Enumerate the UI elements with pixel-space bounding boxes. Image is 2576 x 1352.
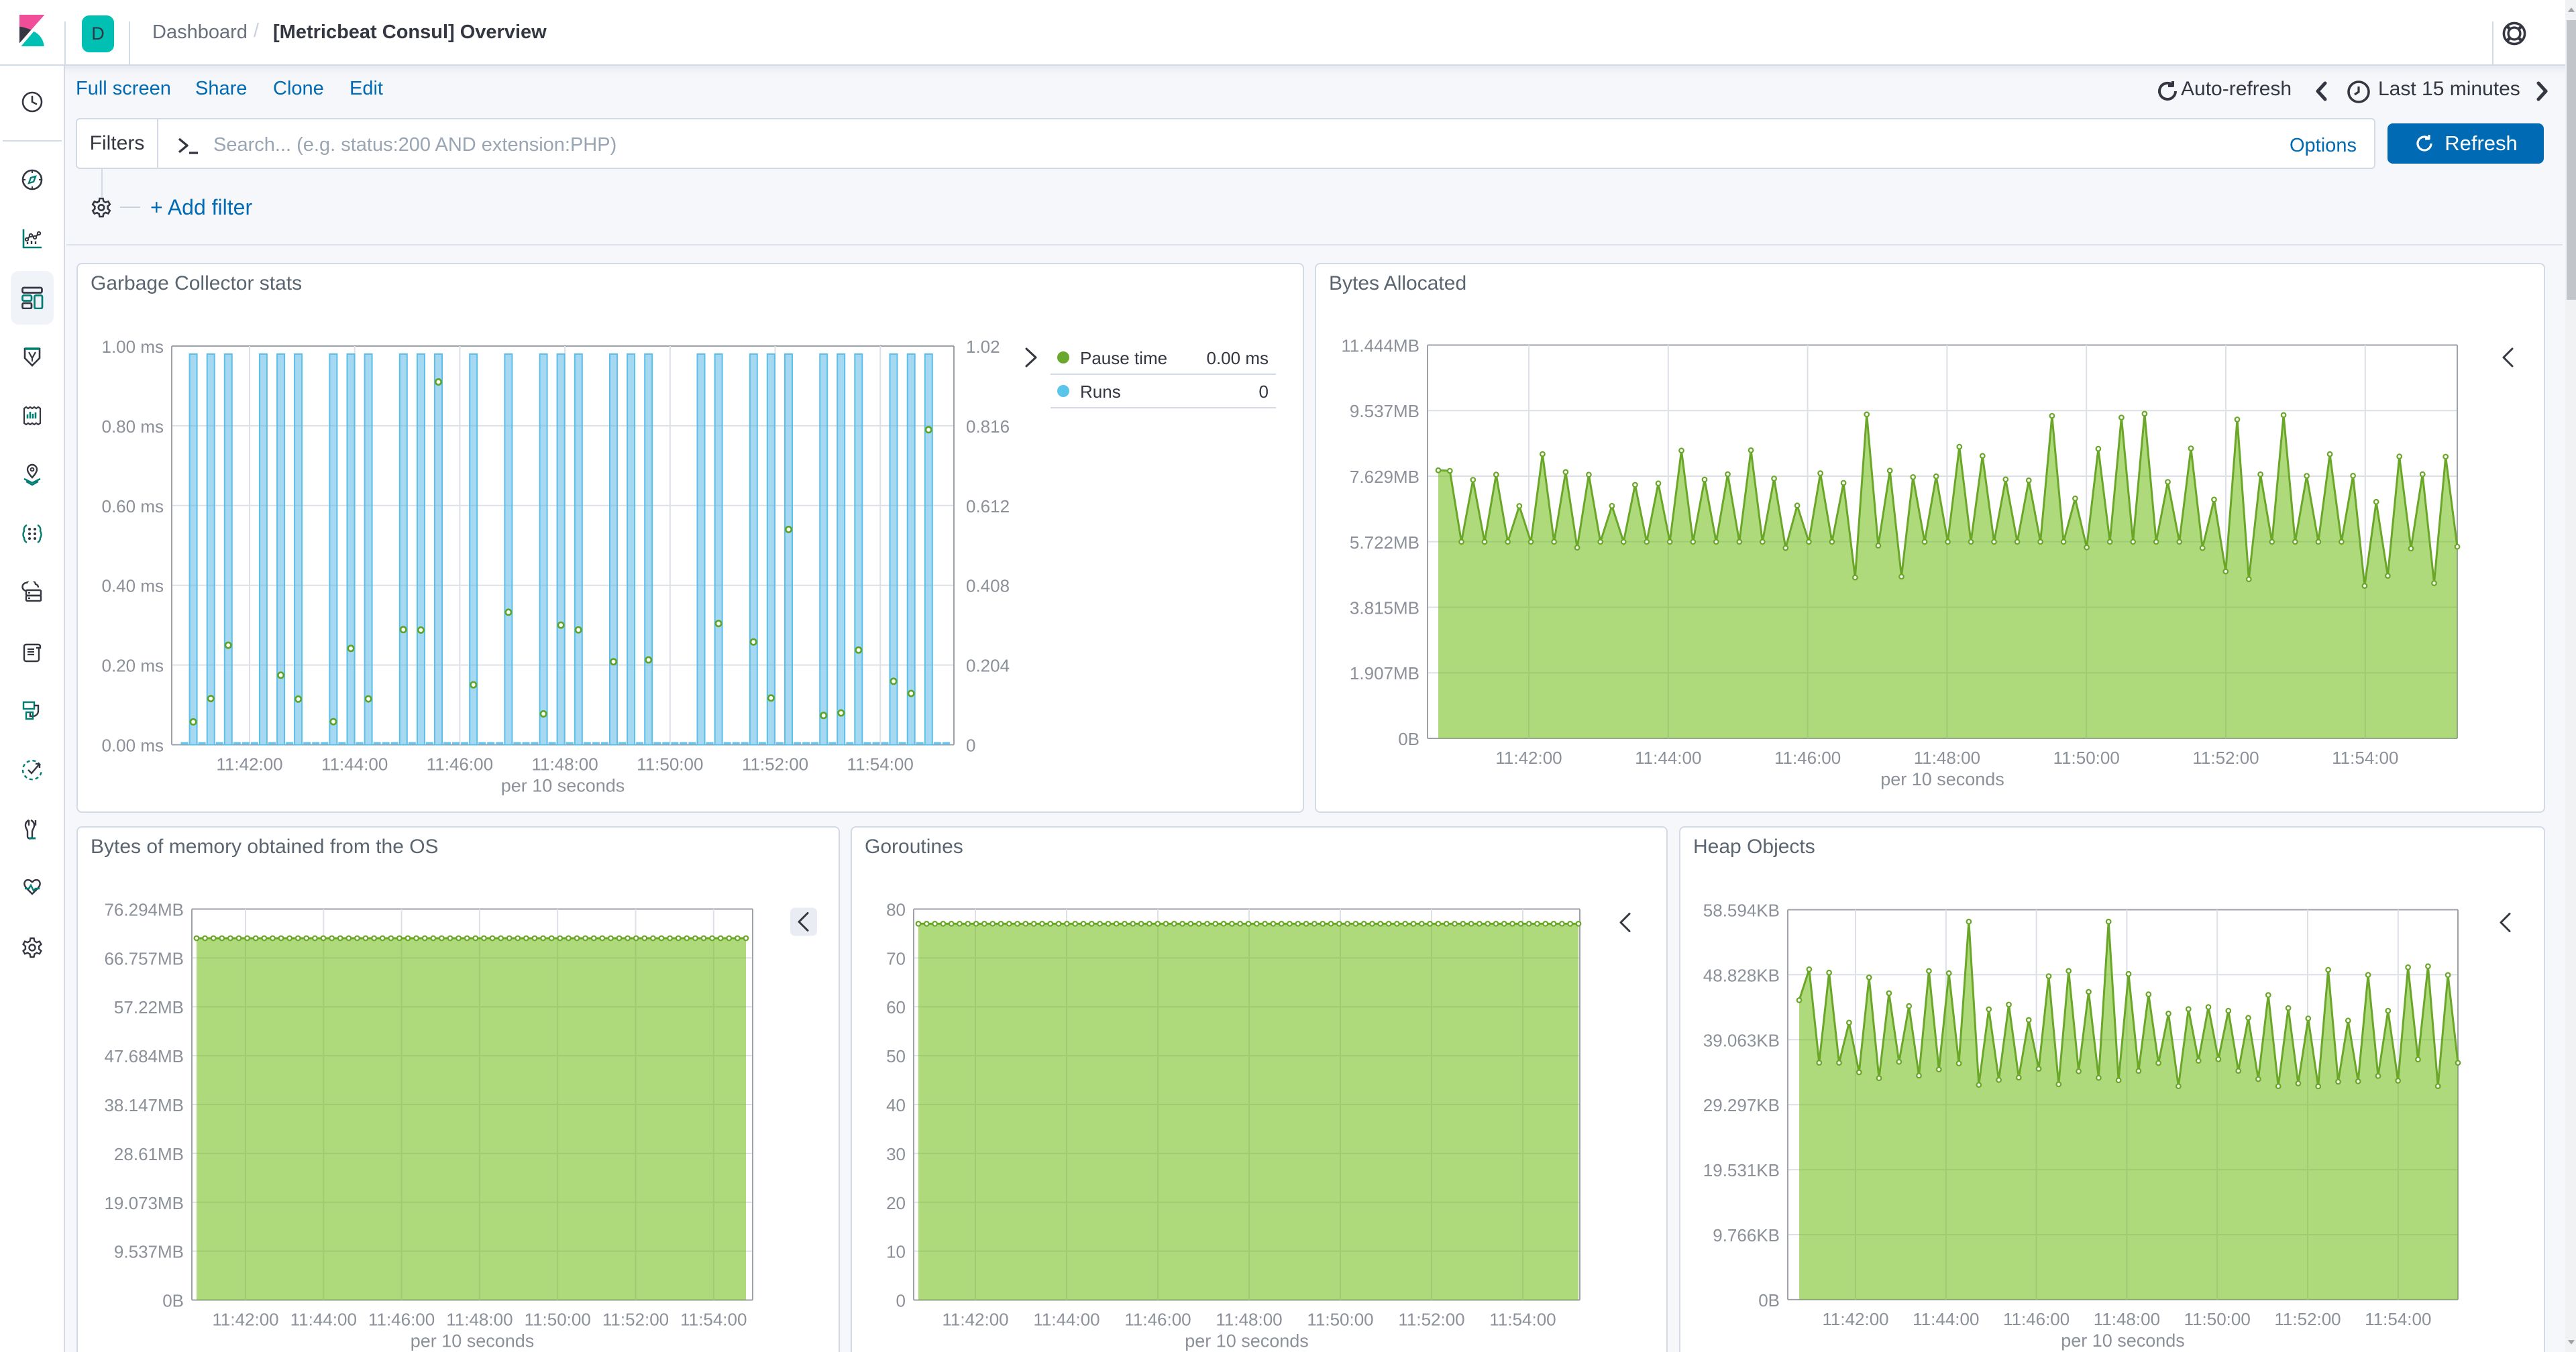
- svg-text:20: 20: [886, 1192, 906, 1213]
- svg-text:0.00 ms: 0.00 ms: [1207, 348, 1269, 368]
- svg-text:66.757MB: 66.757MB: [104, 948, 184, 968]
- svg-text:11:54:00: 11:54:00: [2365, 1308, 2431, 1329]
- svg-text:7.629MB: 7.629MB: [1350, 467, 1419, 487]
- svg-text:11:44:00: 11:44:00: [1635, 748, 1701, 768]
- svg-text:0.00 ms: 0.00 ms: [102, 736, 164, 756]
- svg-text:11:48:00: 11:48:00: [1216, 1309, 1282, 1329]
- svg-text:0.612: 0.612: [966, 496, 1010, 516]
- svg-text:11:44:00: 11:44:00: [1913, 1308, 1979, 1329]
- svg-text:11:50:00: 11:50:00: [1307, 1309, 1373, 1329]
- svg-text:0: 0: [1259, 382, 1269, 402]
- svg-text:0.408: 0.408: [966, 576, 1010, 596]
- svg-text:11:50:00: 11:50:00: [2053, 748, 2120, 768]
- svg-text:Pause time: Pause time: [1080, 348, 1167, 368]
- svg-text:0: 0: [896, 1290, 906, 1310]
- svg-text:29.297KB: 29.297KB: [1703, 1095, 1780, 1115]
- svg-text:39.063KB: 39.063KB: [1703, 1030, 1780, 1050]
- svg-text:11:42:00: 11:42:00: [212, 1309, 278, 1329]
- svg-text:47.684MB: 47.684MB: [104, 1046, 184, 1066]
- svg-text:11:48:00: 11:48:00: [1914, 748, 1980, 768]
- svg-text:76.294MB: 76.294MB: [104, 899, 184, 919]
- svg-text:0.40 ms: 0.40 ms: [102, 576, 164, 596]
- svg-text:11:52:00: 11:52:00: [602, 1309, 669, 1329]
- svg-text:48.828KB: 48.828KB: [1703, 965, 1780, 985]
- svg-text:40: 40: [886, 1095, 906, 1115]
- svg-text:50: 50: [886, 1046, 906, 1066]
- svg-text:11:52:00: 11:52:00: [742, 754, 808, 775]
- svg-text:11:42:00: 11:42:00: [942, 1309, 1008, 1329]
- svg-text:11:50:00: 11:50:00: [525, 1309, 591, 1329]
- svg-text:0.80 ms: 0.80 ms: [102, 416, 164, 437]
- svg-text:11:54:00: 11:54:00: [847, 754, 914, 775]
- svg-text:11:42:00: 11:42:00: [216, 754, 282, 775]
- svg-text:19.531KB: 19.531KB: [1703, 1160, 1780, 1180]
- svg-text:1.00 ms: 1.00 ms: [102, 337, 164, 357]
- svg-text:11:44:00: 11:44:00: [1033, 1309, 1099, 1329]
- svg-text:80: 80: [886, 899, 906, 919]
- svg-text:per 10 seconds: per 10 seconds: [2061, 1330, 2185, 1350]
- svg-text:0B: 0B: [1398, 729, 1419, 749]
- svg-text:11:52:00: 11:52:00: [2274, 1308, 2341, 1329]
- svg-text:11:46:00: 11:46:00: [427, 754, 493, 775]
- svg-text:0B: 0B: [162, 1290, 184, 1310]
- svg-text:30: 30: [886, 1143, 906, 1164]
- svg-text:9.766KB: 9.766KB: [1713, 1225, 1780, 1245]
- svg-text:11:48:00: 11:48:00: [531, 754, 598, 775]
- svg-text:11:46:00: 11:46:00: [2003, 1308, 2070, 1329]
- svg-text:11:52:00: 11:52:00: [2192, 748, 2259, 768]
- svg-text:11:42:00: 11:42:00: [1495, 748, 1562, 768]
- svg-text:per 10 seconds: per 10 seconds: [1185, 1331, 1309, 1351]
- svg-text:11:54:00: 11:54:00: [1489, 1309, 1556, 1329]
- svg-text:11:46:00: 11:46:00: [368, 1309, 435, 1329]
- svg-text:per 10 seconds: per 10 seconds: [1880, 769, 2004, 789]
- svg-text:0: 0: [966, 736, 975, 756]
- svg-text:57.22MB: 57.22MB: [114, 997, 184, 1017]
- svg-text:0.204: 0.204: [966, 656, 1010, 676]
- svg-text:0.20 ms: 0.20 ms: [102, 656, 164, 676]
- svg-text:58.594KB: 58.594KB: [1703, 900, 1780, 920]
- svg-text:9.537MB: 9.537MB: [1350, 401, 1419, 421]
- svg-text:11:46:00: 11:46:00: [1774, 748, 1841, 768]
- svg-text:19.073MB: 19.073MB: [104, 1192, 184, 1213]
- svg-text:11.444MB: 11.444MB: [1341, 336, 1419, 356]
- svg-text:Runs: Runs: [1080, 382, 1121, 402]
- svg-text:11:44:00: 11:44:00: [321, 754, 388, 775]
- svg-text:11:50:00: 11:50:00: [637, 754, 703, 775]
- svg-text:38.147MB: 38.147MB: [104, 1095, 184, 1115]
- svg-text:1.02: 1.02: [966, 337, 1000, 357]
- svg-text:11:48:00: 11:48:00: [2094, 1308, 2160, 1329]
- svg-text:5.722MB: 5.722MB: [1350, 532, 1419, 553]
- svg-text:11:48:00: 11:48:00: [446, 1309, 513, 1329]
- svg-text:11:50:00: 11:50:00: [2184, 1308, 2251, 1329]
- svg-text:0B: 0B: [1758, 1290, 1780, 1310]
- svg-text:28.61MB: 28.61MB: [114, 1143, 184, 1164]
- svg-text:11:54:00: 11:54:00: [2332, 748, 2398, 768]
- svg-text:per 10 seconds: per 10 seconds: [411, 1331, 535, 1351]
- svg-text:11:42:00: 11:42:00: [1822, 1308, 1888, 1329]
- svg-text:11:46:00: 11:46:00: [1124, 1309, 1191, 1329]
- svg-text:0.60 ms: 0.60 ms: [102, 496, 164, 516]
- svg-text:11:54:00: 11:54:00: [680, 1309, 747, 1329]
- svg-text:11:44:00: 11:44:00: [290, 1309, 357, 1329]
- svg-text:11:52:00: 11:52:00: [1398, 1309, 1464, 1329]
- svg-text:3.815MB: 3.815MB: [1350, 598, 1419, 618]
- svg-text:60: 60: [886, 997, 906, 1017]
- svg-text:10: 10: [886, 1241, 906, 1261]
- svg-text:0.816: 0.816: [966, 416, 1010, 437]
- svg-text:per 10 seconds: per 10 seconds: [501, 776, 625, 796]
- svg-text:9.537MB: 9.537MB: [114, 1241, 184, 1261]
- svg-text:70: 70: [886, 948, 906, 968]
- svg-text:1.907MB: 1.907MB: [1350, 663, 1419, 683]
